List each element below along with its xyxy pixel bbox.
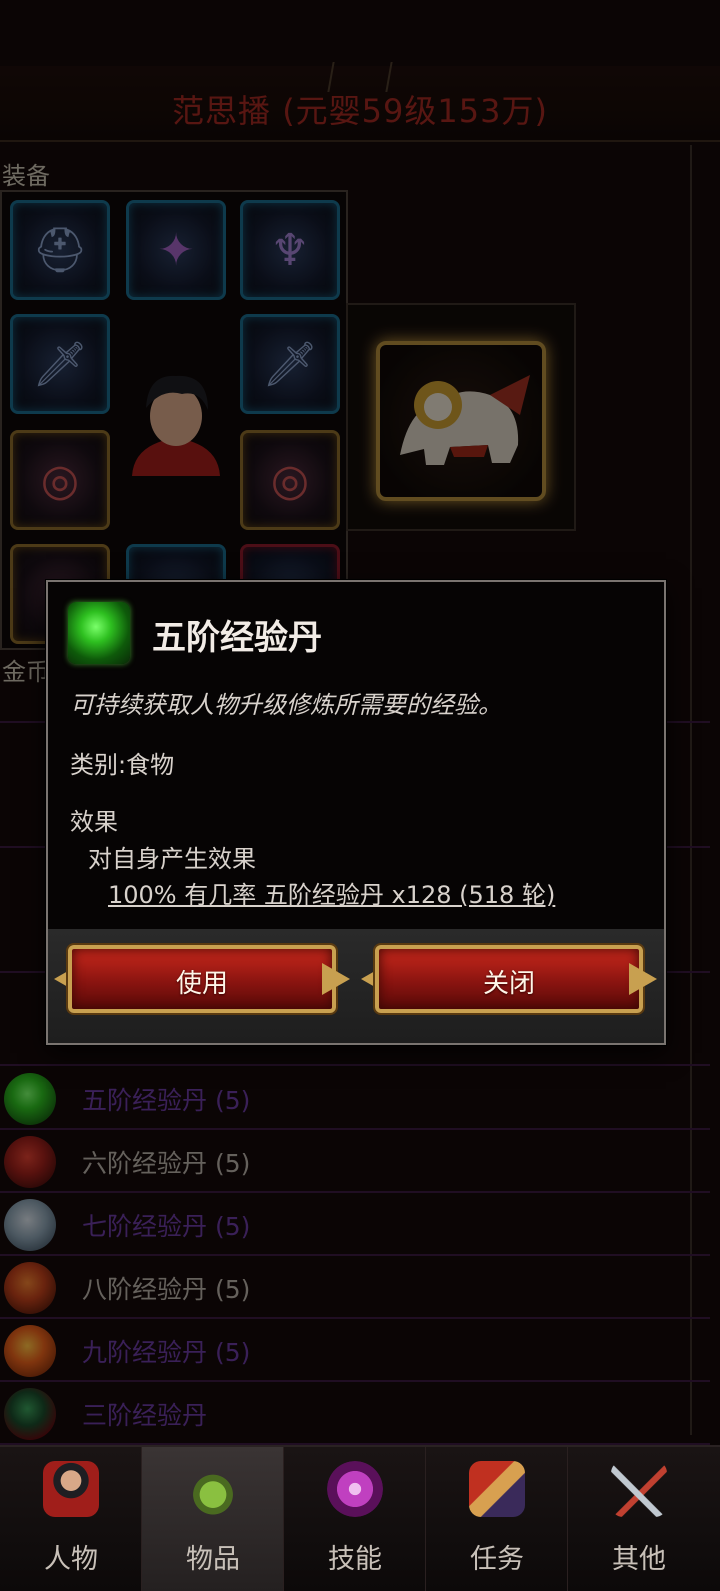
inventory-item[interactable]: 九阶经验丹 (5) xyxy=(0,1319,710,1382)
game-screen: 范思播 (元婴59级153万) 装备 ⛑ ✦ ♆ 🗡 🗡 ◎ ◎ 五阶经验丹 (… xyxy=(0,0,720,1591)
inventory-item-name: 九阶经验丹 (5) xyxy=(82,1338,251,1367)
potion-icon xyxy=(185,1461,241,1517)
tab-skills[interactable]: 技能 xyxy=(284,1447,426,1591)
equipment-label: 装备 xyxy=(2,162,50,190)
inventory-item-name: 六阶经验丹 (5) xyxy=(82,1149,251,1178)
silver-pill-icon xyxy=(4,1199,56,1251)
sword-icon: 🗡 xyxy=(262,339,318,390)
effect-target: 对自身产生效果 xyxy=(88,845,256,873)
quest-banner-icon xyxy=(469,1461,525,1517)
dialog-footer: 使用 关闭 xyxy=(48,929,664,1043)
armor-slot[interactable]: ✦ xyxy=(126,200,226,300)
use-button[interactable]: 使用 xyxy=(52,941,352,1017)
item-description: 可持续获取人物升级修炼所需要的经验。 xyxy=(70,691,502,719)
tab-label: 人物 xyxy=(44,1544,98,1575)
bracer-icon: ◎ xyxy=(40,454,80,506)
tab-label: 技能 xyxy=(328,1544,382,1575)
inventory-item[interactable]: 六阶经验丹 (5) xyxy=(0,1130,710,1193)
inventory-item-name: 三阶经验丹 xyxy=(82,1401,208,1430)
close-button[interactable]: 关闭 xyxy=(359,941,659,1017)
tab-label: 任务 xyxy=(470,1544,524,1575)
character-icon xyxy=(43,1461,99,1517)
tab-quests[interactable]: 任务 xyxy=(426,1447,568,1591)
title-bar: 范思播 (元婴59级153万) xyxy=(0,62,720,142)
use-button-label: 使用 xyxy=(175,969,228,999)
armor-icon: ✦ xyxy=(157,224,195,276)
helmet-icon: ⛑ xyxy=(32,225,88,276)
inventory-item[interactable]: 三阶经验丹 xyxy=(0,1382,710,1445)
pet-frame[interactable] xyxy=(346,303,576,531)
character-title: 范思播 (元婴59级153万) xyxy=(172,92,548,130)
flame-pill-icon xyxy=(4,1325,56,1377)
bracer-right-slot[interactable]: ◎ xyxy=(240,430,340,530)
item-detail-dialog: 五阶经验丹 可持续获取人物升级修炼所需要的经验。 类别:食物 效果 对自身产生效… xyxy=(46,580,666,1045)
skill-swirl-icon xyxy=(327,1461,383,1517)
inventory-item[interactable]: 七阶经验丹 (5) xyxy=(0,1193,710,1256)
item-category: 类别:食物 xyxy=(70,751,175,779)
weapon-left-slot[interactable]: 🗡 xyxy=(10,314,110,414)
tab-label: 其他 xyxy=(612,1544,666,1575)
avatar xyxy=(132,375,220,476)
green-pill-icon xyxy=(4,1073,56,1125)
necklace-slot[interactable]: ♆ xyxy=(240,200,340,300)
pet-portrait xyxy=(376,341,546,501)
effect-detail-link[interactable]: 100% 有几率 五阶经验丹 x128 (518 轮) xyxy=(108,875,555,910)
red-pill-icon xyxy=(4,1136,56,1188)
dark-pill-icon xyxy=(4,1388,56,1440)
inventory-item-name: 五阶经验丹 (5) xyxy=(82,1086,251,1115)
inventory-item[interactable]: 五阶经验丹 (5) xyxy=(0,1067,710,1130)
item-name: 五阶经验丹 xyxy=(152,618,322,658)
inventory-item[interactable]: 八阶经验丹 (5) xyxy=(0,1256,710,1319)
bracer-left-slot[interactable]: ◎ xyxy=(10,430,110,530)
tab-other[interactable]: 其他 xyxy=(568,1447,710,1591)
sword-icon: 🗡 xyxy=(32,339,88,390)
close-button-label: 关闭 xyxy=(482,969,535,999)
lion-beast-icon xyxy=(400,375,530,465)
green-pill-icon xyxy=(68,602,130,664)
weapon-right-slot[interactable]: 🗡 xyxy=(240,314,340,414)
crossed-weapons-icon xyxy=(611,1461,667,1517)
effect-heading: 效果 xyxy=(70,808,118,836)
bottom-tab-bar: 人物 物品 技能 任务 其他 xyxy=(0,1445,720,1591)
inventory-item-name: 八阶经验丹 (5) xyxy=(82,1275,251,1304)
orange-pill-icon xyxy=(4,1262,56,1314)
helmet-slot[interactable]: ⛑ xyxy=(10,200,110,300)
inventory-item-name: 七阶经验丹 (5) xyxy=(82,1212,251,1241)
bracer-icon: ◎ xyxy=(270,454,310,506)
tab-character[interactable]: 人物 xyxy=(0,1447,142,1591)
tab-items[interactable]: 物品 xyxy=(142,1447,284,1591)
tab-label: 物品 xyxy=(186,1544,240,1575)
necklace-icon: ♆ xyxy=(270,224,310,276)
